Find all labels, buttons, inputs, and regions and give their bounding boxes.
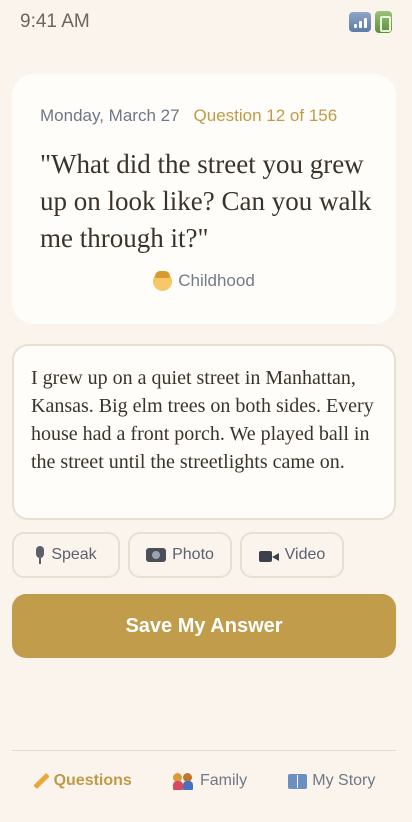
question-text: "What did the street you grew up on look… (40, 149, 372, 253)
family-icon (172, 772, 195, 790)
microphone-icon (35, 546, 45, 564)
photo-label: Photo (172, 546, 214, 563)
camera-icon (146, 548, 167, 562)
status-icons (349, 11, 392, 33)
question-card: Monday, March 27 Question 12 of 156 "Wha… (12, 74, 396, 324)
photo-button[interactable]: Photo (128, 532, 232, 578)
battery-icon (375, 11, 392, 33)
status-bar: 9:41 AM (0, 0, 412, 44)
pencil-icon (33, 773, 49, 789)
bottom-nav: Questions Family My Story (12, 751, 396, 811)
speak-button[interactable]: Speak (12, 532, 120, 578)
question-progress: Question 12 of 156 (193, 106, 338, 125)
question-meta: Monday, March 27 Question 12 of 156 (40, 106, 376, 126)
nav-label-my-story: My Story (312, 772, 376, 789)
video-label: Video (284, 546, 326, 563)
signal-icon (349, 12, 371, 32)
question-category: Childhood (12, 270, 396, 291)
video-button[interactable]: Video (240, 532, 344, 578)
nav-label-family: Family (199, 772, 248, 789)
nav-item-questions[interactable]: Questions (33, 772, 132, 790)
category-label: Childhood (178, 271, 255, 290)
app-screen: 9:41 AM Monday, March 27 Question 12 of … (0, 0, 412, 822)
answer-textarea[interactable]: I grew up on a quiet street in Manhattan… (12, 344, 396, 520)
nav-item-family[interactable]: Family (172, 772, 248, 790)
book-icon (288, 773, 308, 789)
nav-label-questions: Questions (53, 772, 132, 789)
media-buttons: Speak Photo Video (12, 532, 344, 578)
nav-item-my-story[interactable]: My Story (288, 772, 375, 790)
speak-label: Speak (51, 546, 97, 563)
status-time: 9:41 AM (20, 11, 90, 32)
question-date: Monday, March 27 (40, 106, 180, 125)
video-camera-icon (258, 547, 279, 563)
child-face-icon (153, 270, 173, 291)
save-answer-button[interactable]: Save My Answer (12, 594, 396, 658)
